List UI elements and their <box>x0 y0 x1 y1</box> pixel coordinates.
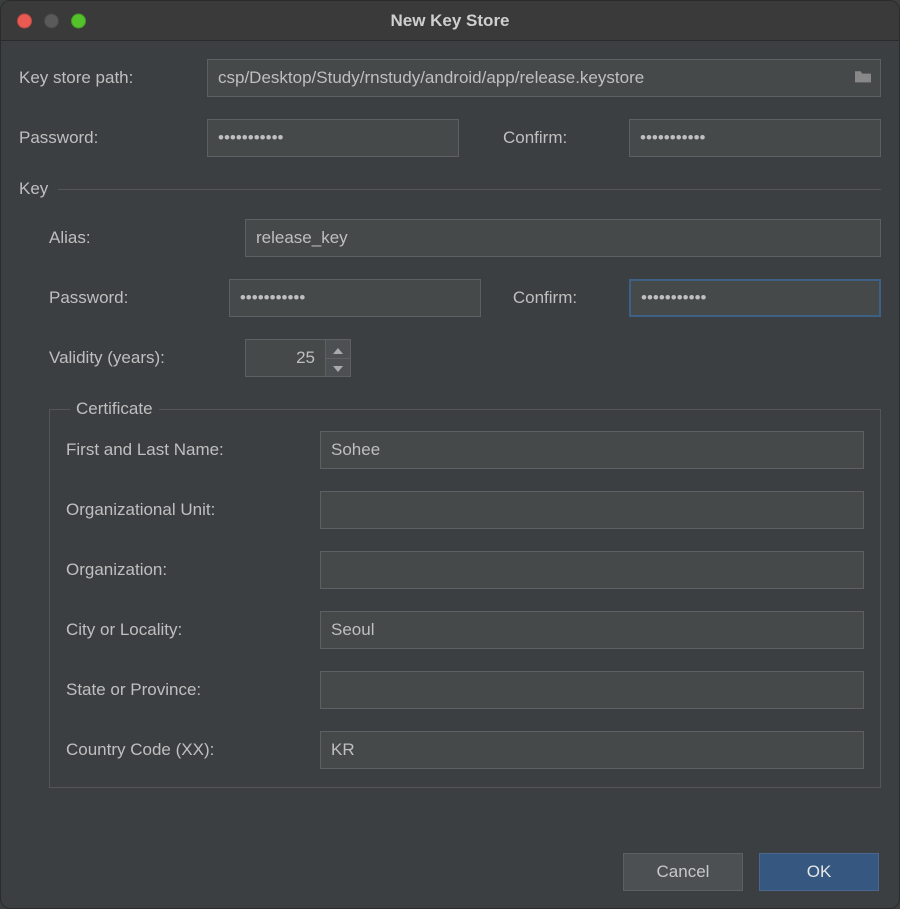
row-key-password: Password: Confirm: <box>49 279 881 317</box>
state-label: State or Province: <box>66 680 306 700</box>
row-org-unit: Organizational Unit: <box>66 491 864 529</box>
first-last-label: First and Last Name: <box>66 440 306 460</box>
org-input[interactable] <box>320 551 864 589</box>
titlebar: New Key Store <box>1 1 899 41</box>
content-area: Key store path: Password: Confirm: Key <box>1 41 899 788</box>
keystore-password-input[interactable] <box>207 119 459 157</box>
key-section-label: Key <box>19 179 48 199</box>
row-keystore-path: Key store path: <box>19 59 881 97</box>
keystore-password-label: Password: <box>19 128 191 148</box>
city-label: City or Locality: <box>66 620 306 640</box>
validity-input[interactable] <box>245 339 325 377</box>
row-keystore-password: Password: Confirm: <box>19 119 881 157</box>
alias-label: Alias: <box>49 228 229 248</box>
keystore-confirm-label: Confirm: <box>503 128 613 148</box>
minimize-icon[interactable] <box>44 13 59 28</box>
row-alias: Alias: <box>49 219 881 257</box>
org-unit-label: Organizational Unit: <box>66 500 306 520</box>
key-section-header: Key <box>19 179 881 199</box>
first-last-input[interactable] <box>320 431 864 469</box>
row-city: City or Locality: <box>66 611 864 649</box>
city-input[interactable] <box>320 611 864 649</box>
state-input[interactable] <box>320 671 864 709</box>
keystore-path-input[interactable] <box>207 59 845 97</box>
alias-input[interactable] <box>245 219 881 257</box>
key-confirm-input[interactable] <box>629 279 881 317</box>
keystore-path-label: Key store path: <box>19 68 191 88</box>
ok-button[interactable]: OK <box>759 853 879 891</box>
close-icon[interactable] <box>17 13 32 28</box>
row-state: State or Province: <box>66 671 864 709</box>
dialog-window: New Key Store Key store path: Password: … <box>0 0 900 909</box>
keystore-confirm-input[interactable] <box>629 119 881 157</box>
country-input[interactable] <box>320 731 864 769</box>
key-password-label: Password: <box>49 288 213 308</box>
folder-icon <box>853 68 873 89</box>
zoom-icon[interactable] <box>71 13 86 28</box>
row-country: Country Code (XX): <box>66 731 864 769</box>
dialog-footer: Cancel OK <box>1 836 899 908</box>
chevron-up-icon <box>333 342 343 357</box>
country-label: Country Code (XX): <box>66 740 306 760</box>
window-title: New Key Store <box>1 11 899 31</box>
cancel-button[interactable]: Cancel <box>623 853 743 891</box>
certificate-group: Certificate First and Last Name: Organiz… <box>49 399 881 788</box>
chevron-down-icon <box>333 360 343 375</box>
window-controls <box>17 13 86 28</box>
row-validity: Validity (years): <box>49 339 881 377</box>
validity-step-up[interactable] <box>325 339 351 358</box>
validity-label: Validity (years): <box>49 348 229 368</box>
org-unit-input[interactable] <box>320 491 864 529</box>
org-label: Organization: <box>66 560 306 580</box>
row-first-last: First and Last Name: <box>66 431 864 469</box>
validity-step-down[interactable] <box>325 358 351 377</box>
certificate-legend: Certificate <box>70 399 159 419</box>
divider <box>58 189 881 190</box>
row-org: Organization: <box>66 551 864 589</box>
key-confirm-label: Confirm: <box>513 288 613 308</box>
browse-button[interactable] <box>845 59 881 97</box>
key-password-input[interactable] <box>229 279 481 317</box>
